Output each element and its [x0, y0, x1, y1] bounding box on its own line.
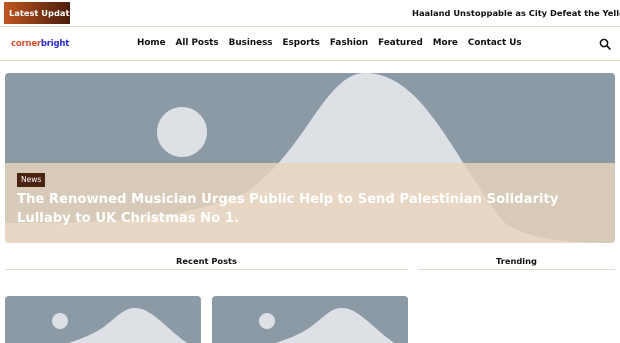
- featured-post-hero[interactable]: News The Renowned Musician Urges Public …: [5, 73, 615, 243]
- post-card[interactable]: [5, 296, 201, 343]
- nav-contact-us[interactable]: Contact Us: [468, 38, 522, 48]
- ticker-headline-link[interactable]: Haaland Unstoppable as City Defeat the Y…: [412, 0, 620, 26]
- category-badge[interactable]: News: [17, 173, 46, 187]
- nav-all-posts[interactable]: All Posts: [176, 38, 219, 48]
- site-header: cornerbright Home All Posts Business Esp…: [0, 28, 620, 61]
- post-card[interactable]: [212, 296, 408, 343]
- placeholder-image: [5, 296, 201, 343]
- nav-more[interactable]: More: [433, 38, 458, 48]
- logo-part-corner: corner: [11, 39, 41, 49]
- nav-fashion[interactable]: Fashion: [330, 38, 368, 48]
- main-nav: Home All Posts Business Esports Fashion …: [137, 38, 532, 48]
- ticker-bar: Latest Update Haaland Unstoppable as Cit…: [0, 0, 620, 27]
- nav-home[interactable]: Home: [137, 38, 166, 48]
- site-logo[interactable]: cornerbright: [11, 39, 69, 49]
- latest-update-label: Latest Update: [4, 2, 75, 24]
- nav-featured[interactable]: Featured: [378, 38, 423, 48]
- recent-posts-heading: Recent Posts: [5, 256, 408, 270]
- search-icon[interactable]: [599, 38, 611, 50]
- logo-part-bright: bright: [40, 39, 70, 49]
- nav-business[interactable]: Business: [229, 38, 273, 48]
- nav-esports[interactable]: Esports: [283, 38, 320, 48]
- trending-heading: Trending: [418, 256, 615, 270]
- hero-title[interactable]: The Renowned Musician Urges Public Help …: [17, 190, 607, 228]
- placeholder-image: [212, 296, 408, 343]
